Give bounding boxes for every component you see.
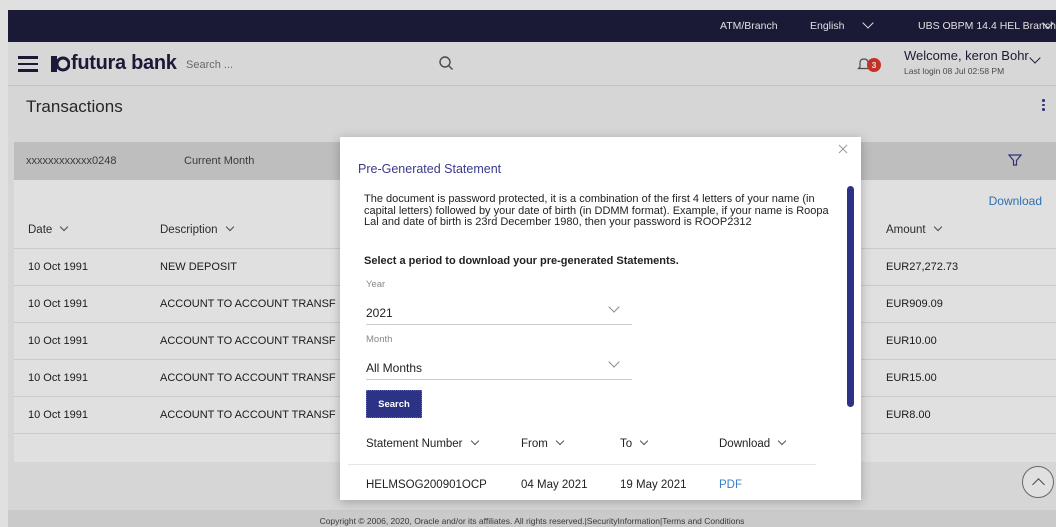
column-header-amount[interactable]: Amount: [886, 222, 942, 236]
cell-amount: EUR27,272.73: [886, 261, 959, 273]
row-divider: [348, 464, 816, 465]
month-select[interactable]: All Months: [366, 354, 632, 380]
chevron-down-icon: [777, 436, 787, 446]
column-header-date[interactable]: Date: [28, 222, 69, 236]
cell-description[interactable]: ACCOUNT TO ACCOUNT TRANSF: [160, 372, 336, 384]
chevron-down-icon[interactable]: [862, 17, 874, 29]
chevron-down-icon: [933, 222, 942, 232]
month-value: All Months: [366, 361, 423, 375]
cell-date: 10 Oct 1991: [28, 298, 88, 310]
statement-to: 19 May 2021: [620, 479, 687, 491]
footer: Copyright © 2006, 2020, Oracle and/or it…: [8, 510, 1056, 527]
modal-title: Pre-Generated Statement: [358, 162, 502, 176]
chevron-down-icon: [555, 436, 565, 446]
chevron-down-icon: [225, 222, 234, 232]
bank-logo-text: futura bank: [71, 52, 177, 74]
header: futura bank 3 Welcome, keron Bohr Last l…: [8, 42, 1056, 86]
column-header-statement-number[interactable]: Statement Number: [366, 436, 479, 450]
cell-amount: EUR10.00: [886, 335, 937, 347]
close-icon[interactable]: [837, 143, 849, 155]
column-header-download[interactable]: Download: [719, 436, 787, 450]
cell-description[interactable]: ACCOUNT TO ACCOUNT TRANSF: [160, 335, 336, 347]
bank-logo-icon: [51, 56, 70, 72]
chevron-down-icon[interactable]: [1029, 52, 1041, 64]
chevron-down-icon: [470, 436, 479, 446]
chevron-down-icon: [608, 356, 620, 368]
period-instruction: Select a period to download your pre-gen…: [364, 255, 679, 267]
statement-from: 04 May 2021: [521, 479, 588, 491]
search-icon[interactable]: [438, 55, 454, 71]
more-options-icon[interactable]: [1042, 99, 1046, 113]
welcome-user[interactable]: Welcome, keron Bohr: [904, 48, 1029, 63]
cell-amount: EUR8.00: [886, 409, 931, 421]
notification-badge[interactable]: 3: [867, 58, 881, 72]
language-selector[interactable]: English: [810, 20, 844, 32]
column-header-from[interactable]: From: [521, 436, 565, 450]
month-label: Month: [366, 334, 393, 345]
year-label: Year: [366, 279, 386, 290]
statement-number: HELMSOG200901OCP: [366, 479, 487, 491]
cell-date: 10 Oct 1991: [28, 372, 88, 384]
column-header-to[interactable]: To: [620, 436, 649, 450]
branch-selector[interactable]: UBS OBPM 14.4 HEL Branch: [918, 20, 1056, 32]
cell-description[interactable]: ACCOUNT TO ACCOUNT TRANSF: [160, 409, 336, 421]
password-notice: The document is password protected, it i…: [364, 193, 829, 228]
pre-generated-statement-modal: Pre-Generated Statement The document is …: [340, 137, 861, 500]
chevron-down-icon: [60, 222, 69, 232]
cell-description[interactable]: ACCOUNT TO ACCOUNT TRANSF: [160, 298, 336, 310]
scroll-to-top-button[interactable]: [1022, 466, 1054, 498]
filter-icon[interactable]: [1008, 153, 1022, 167]
cell-amount: EUR909.09: [886, 298, 943, 310]
pdf-download-link[interactable]: PDF: [719, 479, 742, 491]
account-number: xxxxxxxxxxxx0248: [26, 155, 117, 167]
modal-scrollbar[interactable]: [847, 186, 854, 407]
cell-date: 10 Oct 1991: [28, 261, 88, 273]
cell-description[interactable]: NEW DEPOSIT: [160, 261, 237, 273]
search-button[interactable]: Search: [366, 390, 422, 418]
page-title: Transactions: [26, 97, 123, 116]
cell-amount: EUR15.00: [886, 372, 937, 384]
menu-icon[interactable]: [18, 56, 38, 72]
filter-period: Current Month: [184, 155, 255, 167]
last-login: Last login 08 Jul 02:58 PM: [904, 66, 1005, 76]
column-header-description[interactable]: Description: [160, 222, 234, 236]
cell-date: 10 Oct 1991: [28, 409, 88, 421]
chevron-down-icon: [608, 301, 620, 313]
chevron-down-icon: [639, 436, 649, 446]
year-select[interactable]: 2021: [366, 299, 632, 325]
top-bar: ATM/Branch English UBS OBPM 14.4 HEL Bra…: [8, 10, 1056, 42]
search-input[interactable]: [178, 54, 463, 76]
download-link[interactable]: Download: [989, 194, 1042, 208]
year-value: 2021: [366, 306, 393, 320]
atm-branch-link[interactable]: ATM/Branch: [720, 20, 778, 32]
cell-date: 10 Oct 1991: [28, 335, 88, 347]
